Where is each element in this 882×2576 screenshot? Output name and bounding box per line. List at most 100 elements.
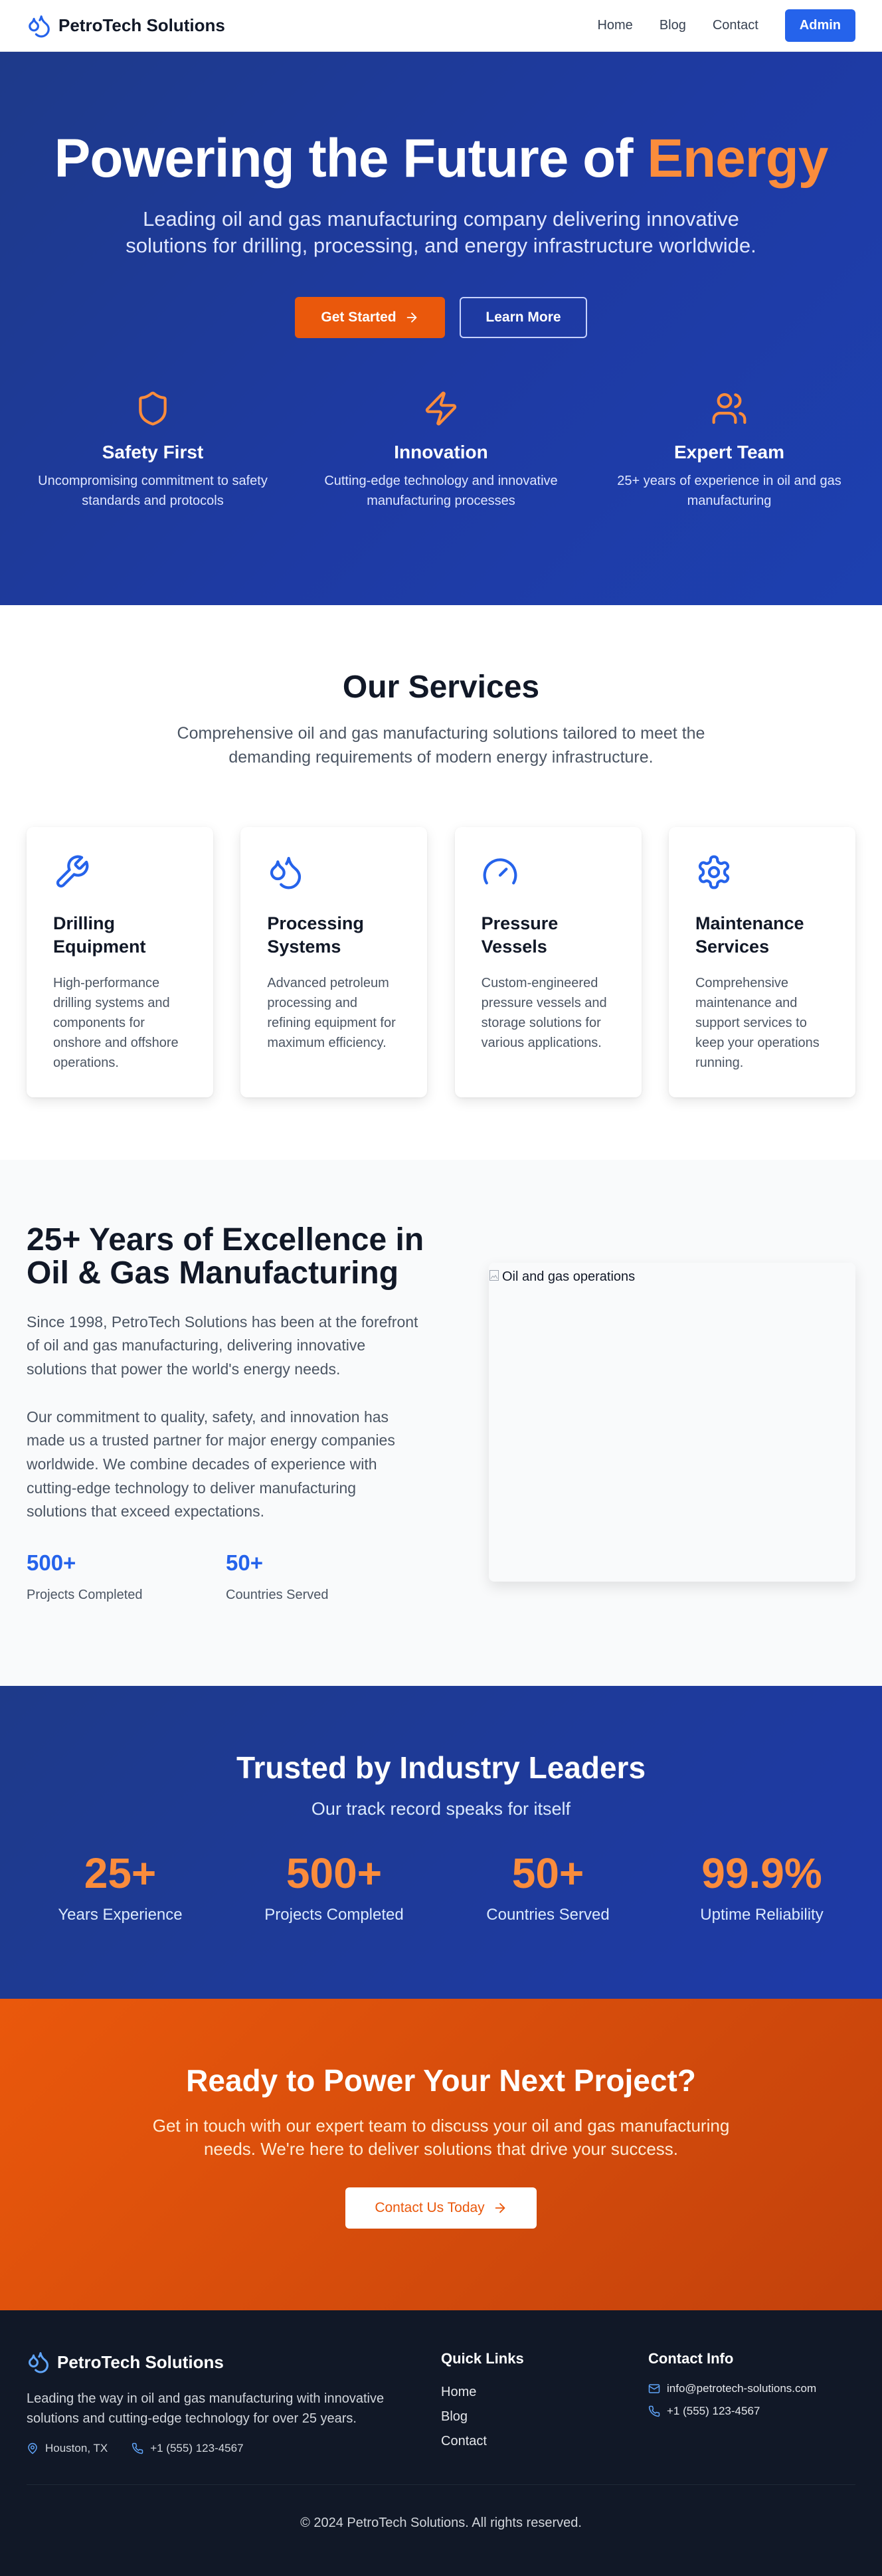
stat-label: Projects Completed (264, 1906, 404, 1924)
feature-desc: Uncompromising commitment to safety stan… (38, 473, 268, 508)
broken-image-icon (489, 1269, 499, 1582)
trusted-subtitle: Our track record speaks for itself (311, 1799, 571, 1819)
service-card-processing[interactable]: Processing Systems Advanced petroleum pr… (240, 826, 428, 1097)
about-stat-value: 50+ (226, 1550, 263, 1575)
about-stat-projects: 500+ Projects Completed (27, 1550, 226, 1603)
about-paragraph: Our commitment to quality, safety, and i… (27, 1408, 395, 1520)
users-icon (711, 390, 748, 427)
hero-subtitle: Leading oil and gas manufacturing compan… (126, 207, 756, 258)
feature-desc: 25+ years of experience in oil and gas m… (617, 473, 841, 508)
contact-email-row[interactable]: info@petrotech-solutions.com (648, 2382, 855, 2395)
trusted-title: Trusted by Industry Leaders (236, 1750, 646, 1785)
stat-value: 50+ (511, 1849, 584, 1897)
admin-button[interactable]: Admin (784, 9, 855, 42)
footer-link-home[interactable]: Home (441, 2385, 648, 2400)
site-footer: PetroTech Solutions Leading the way in o… (0, 2310, 882, 2576)
top-navbar: PetroTech Solutions Home Blog Contact Ad… (0, 0, 882, 52)
service-card-drilling[interactable]: Drilling Equipment High-performance dril… (27, 826, 213, 1097)
about-stat-countries: 50+ Countries Served (226, 1550, 425, 1603)
about-stat-label: Countries Served (226, 1587, 329, 1602)
service-card-maintenance[interactable]: Maintenance Services Comprehensive maint… (668, 826, 855, 1097)
feature-innovation: Innovation Cutting-edge technology and i… (311, 390, 571, 511)
service-card-pressure[interactable]: Pressure Vessels Custom-engineered press… (454, 826, 642, 1097)
about-title: 25+ Years of Excellence in Oil & Gas Man… (27, 1222, 424, 1291)
nav-link-contact[interactable]: Contact (713, 18, 758, 33)
contact-phone-row[interactable]: +1 (555) 123-4567 (648, 2405, 855, 2418)
feature-safety: Safety First Uncompromising commitment t… (23, 390, 283, 511)
droplets-icon (27, 13, 52, 39)
shield-icon (134, 390, 171, 427)
hero-features: Safety First Uncompromising commitment t… (0, 390, 882, 511)
service-card-title: Drilling Equipment (53, 913, 146, 957)
service-cards: Drilling Equipment High-performance dril… (0, 826, 882, 1097)
footer-logo[interactable]: PetroTech Solutions (27, 2350, 441, 2374)
contact-email: info@petrotech-solutions.com (667, 2382, 817, 2395)
nav-link-home[interactable]: Home (597, 18, 632, 33)
arrow-right-icon (404, 310, 419, 325)
footer-link-blog[interactable]: Blog (441, 2409, 648, 2425)
contact-phone: +1 (555) 123-4567 (667, 2405, 760, 2417)
stat-label: Years Experience (58, 1906, 183, 1924)
stat-value: 25+ (84, 1849, 157, 1897)
map-pin-icon (27, 2442, 39, 2454)
service-card-desc: Comprehensive maintenance and support se… (695, 975, 820, 1070)
cta-subtitle: Get in touch with our expert team to dis… (152, 2116, 730, 2160)
service-card-desc: Custom-engineered pressure vessels and s… (481, 975, 607, 1050)
stat-years: 25+ Years Experience (27, 1849, 214, 1924)
nav-link-blog[interactable]: Blog (660, 18, 686, 33)
cta-title: Ready to Power Your Next Project? (186, 2063, 696, 2098)
service-card-desc: High-performance drilling systems and co… (53, 975, 179, 1070)
feature-desc: Cutting-edge technology and innovative m… (324, 473, 558, 508)
stat-uptime: 99.9% Uptime Reliability (668, 1849, 855, 1924)
hero-title: Powering the Future of Energy (0, 128, 882, 189)
lightning-icon (422, 390, 460, 427)
footer-brand: PetroTech Solutions Leading the way in o… (27, 2350, 441, 2455)
service-card-title: Maintenance Services (695, 913, 804, 957)
gear-icon (695, 854, 829, 891)
phone-icon (648, 2405, 660, 2417)
feature-title: Expert Team (674, 441, 784, 462)
about-section: 25+ Years of Excellence in Oil & Gas Man… (0, 1160, 882, 1686)
about-image-alt: Oil and gas operations (502, 1269, 636, 1284)
stat-label: Countries Served (486, 1906, 610, 1924)
get-started-button[interactable]: Get Started (295, 296, 445, 338)
services-section: Our Services Comprehensive oil and gas m… (0, 605, 882, 1160)
stat-value: 99.9% (701, 1849, 822, 1897)
cta-section: Ready to Power Your Next Project? Get in… (0, 1999, 882, 2310)
about-content: 25+ Years of Excellence in Oil & Gas Man… (27, 1160, 425, 1686)
nav-links: Home Blog Contact Admin (597, 9, 855, 42)
about-image-broken: Oil and gas operations (489, 1263, 855, 1582)
about-stat-label: Projects Completed (27, 1587, 143, 1602)
feature-expert-team: Expert Team 25+ years of experience in o… (599, 390, 859, 511)
droplets-icon (267, 854, 400, 891)
stat-label: Uptime Reliability (700, 1906, 824, 1924)
footer-divider (27, 2484, 855, 2485)
service-card-desc: Advanced petroleum processing and refini… (267, 975, 396, 1050)
hero-section: Powering the Future of Energy Leading oi… (0, 52, 882, 605)
feature-title: Innovation (394, 441, 488, 462)
contact-us-label: Contact Us Today (375, 2200, 485, 2216)
footer-brand-name: PetroTech Solutions (57, 2351, 224, 2372)
service-card-title: Processing Systems (267, 913, 364, 957)
footer-quick-links: Quick Links Home Blog Contact (441, 2350, 648, 2455)
phone-icon (132, 2442, 143, 2454)
stat-projects: 500+ Projects Completed (240, 1849, 428, 1924)
contact-info-title: Contact Info (648, 2350, 734, 2367)
footer-top: PetroTech Solutions Leading the way in o… (27, 2350, 855, 2455)
hero-buttons: Get Started Learn More (0, 296, 882, 338)
footer-phone: +1 (555) 123-4567 (150, 2442, 244, 2454)
stat-countries: 50+ Countries Served (454, 1849, 642, 1924)
trusted-section: Trusted by Industry Leaders Our track re… (0, 1686, 882, 1999)
footer-location: Houston, TX (45, 2442, 108, 2454)
contact-us-button[interactable]: Contact Us Today (345, 2187, 537, 2229)
mail-icon (648, 2383, 660, 2395)
learn-more-button[interactable]: Learn More (460, 296, 587, 338)
brand-logo-link[interactable]: PetroTech Solutions (27, 13, 225, 39)
services-subtitle: Comprehensive oil and gas manufacturing … (177, 724, 705, 767)
stat-value: 500+ (286, 1849, 383, 1897)
quick-links-title: Quick Links (441, 2350, 524, 2367)
hero-title-accent: Energy (647, 128, 828, 189)
footer-link-contact[interactable]: Contact (441, 2434, 648, 2449)
services-title: Our Services (342, 670, 540, 705)
footer-meta: Houston, TX +1 (555) 123-4567 (27, 2442, 441, 2455)
